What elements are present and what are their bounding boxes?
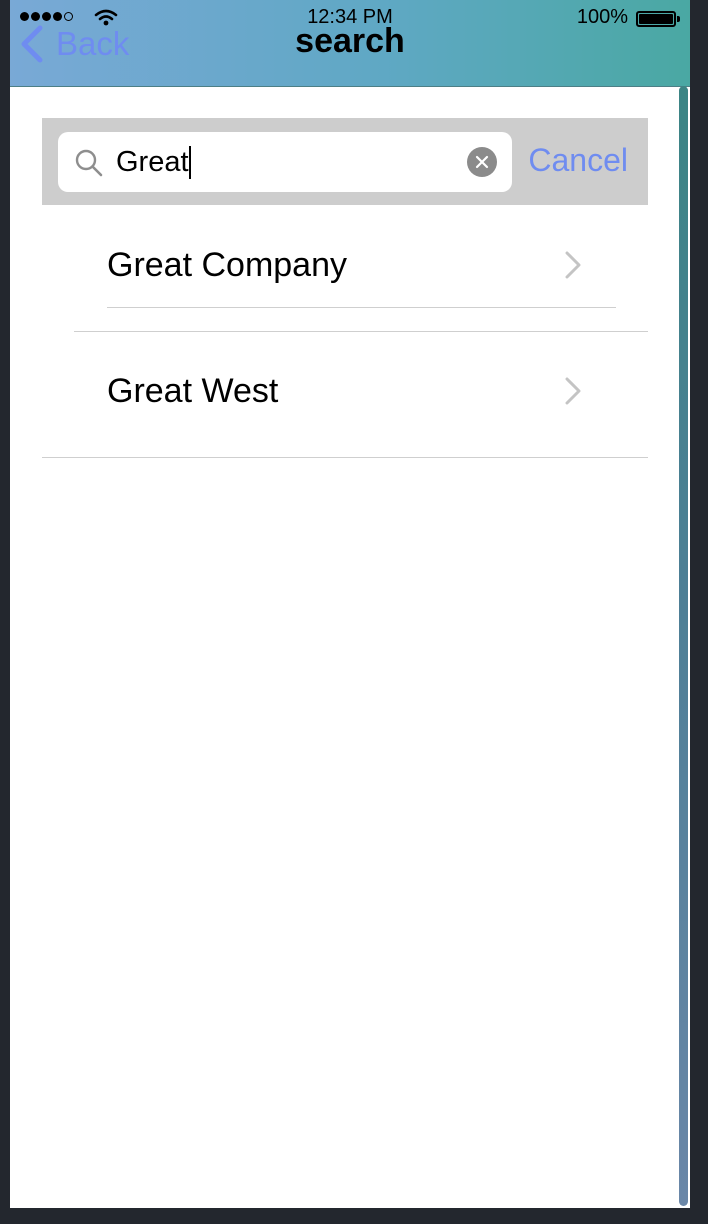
chevron-right-icon <box>565 377 581 405</box>
cancel-button[interactable]: Cancel <box>528 142 628 179</box>
search-input[interactable] <box>116 142 456 182</box>
search-field[interactable] <box>58 132 512 192</box>
row-divider <box>42 457 648 458</box>
clear-search-button[interactable] <box>467 147 497 177</box>
search-bar: Cancel <box>42 118 648 205</box>
scroll-indicator[interactable] <box>679 86 688 1206</box>
search-results-list: Great Company Great West <box>42 206 648 458</box>
chevron-right-icon <box>565 251 581 279</box>
clear-icon <box>475 155 489 169</box>
list-item[interactable]: Great West <box>42 332 648 458</box>
list-item[interactable]: Great Company <box>42 206 648 332</box>
page-title: search <box>295 22 405 60</box>
search-icon <box>75 149 103 177</box>
list-item-label: Great Company <box>107 246 347 284</box>
app-screen: 12:34 PM 100% Back search Great Cancel G… <box>10 0 690 1208</box>
list-item-label: Great West <box>107 372 279 410</box>
row-underline <box>107 307 616 308</box>
navigation-bar: 12:34 PM 100% Back search <box>10 0 690 87</box>
text-cursor <box>189 146 191 179</box>
